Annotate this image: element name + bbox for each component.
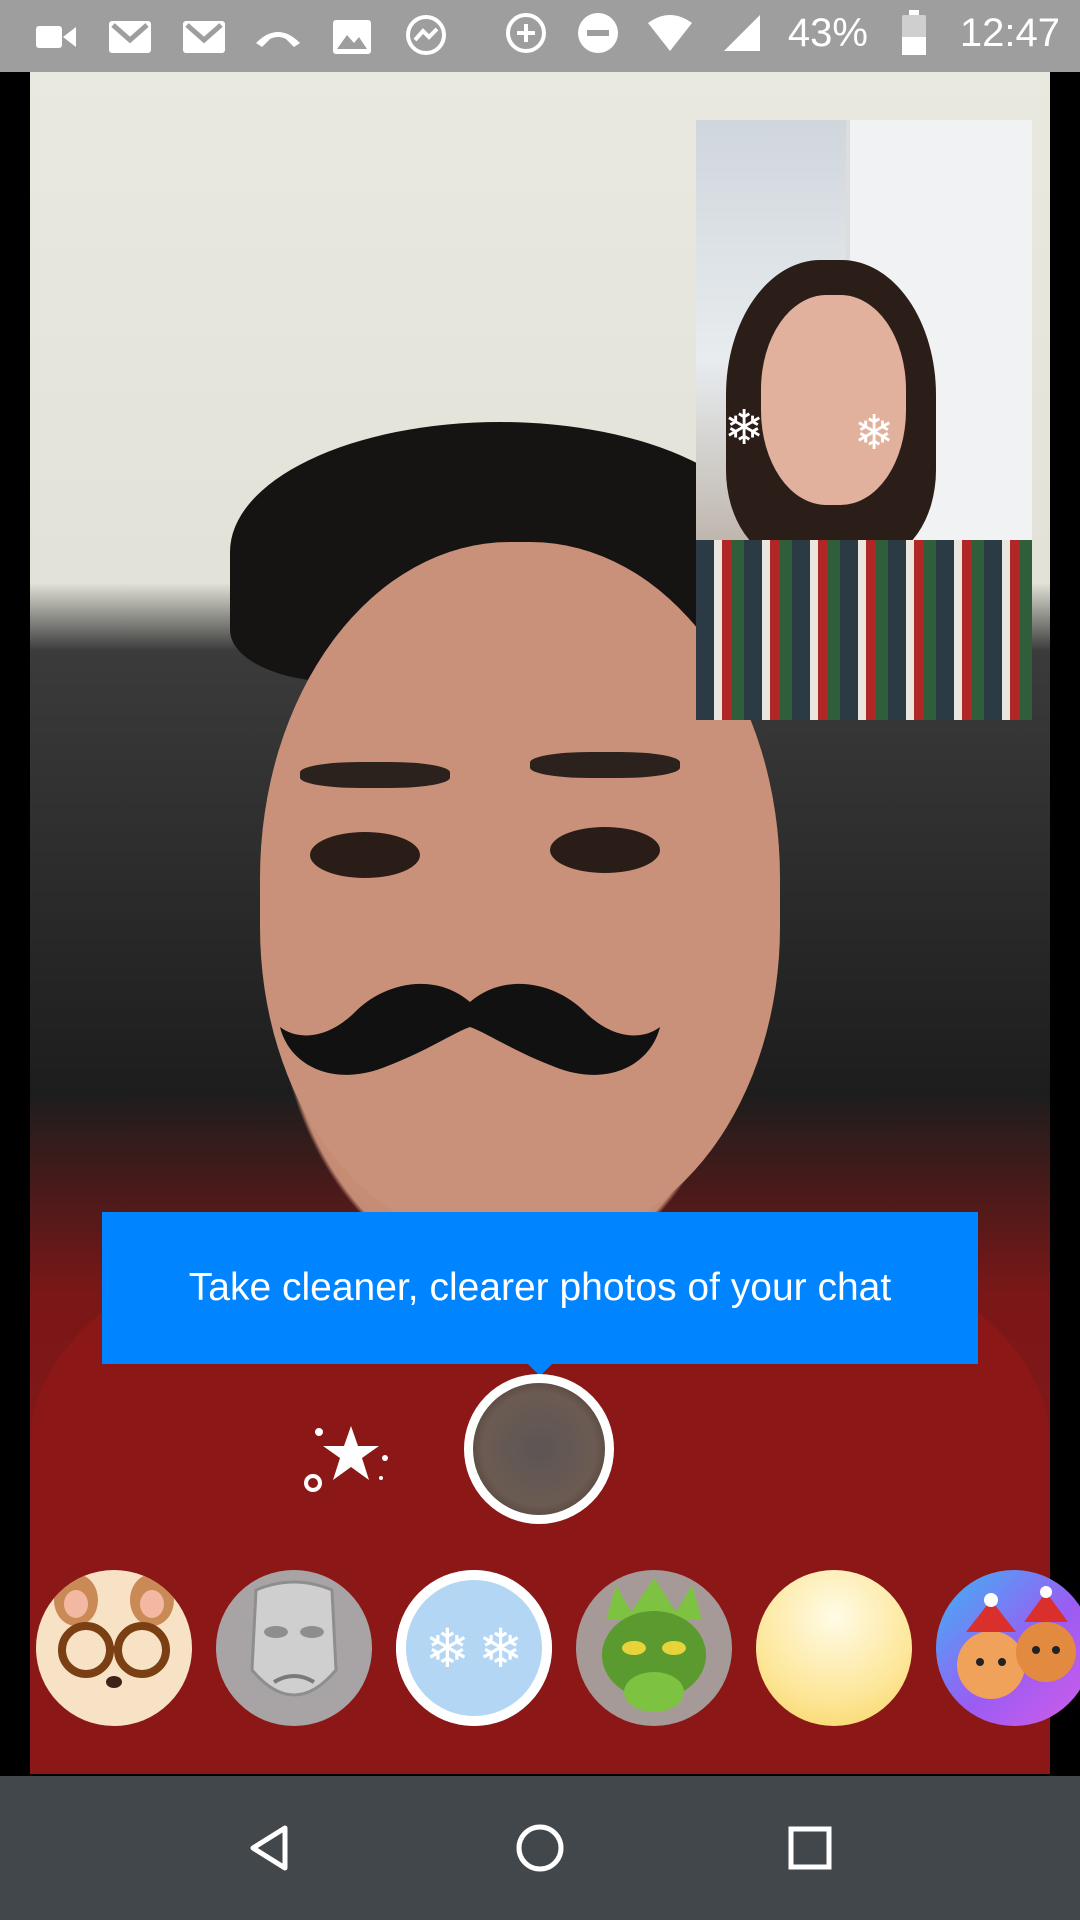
image-icon (326, 14, 378, 60)
right-brow (530, 752, 680, 778)
left-eye (310, 832, 420, 878)
cell-signal-icon (716, 10, 768, 56)
snowflake-icon: ❄ (478, 1618, 524, 1679)
back-button[interactable] (238, 1816, 302, 1880)
do-not-disturb-icon (572, 10, 624, 56)
capture-button[interactable] (464, 1374, 614, 1524)
snowflake-filter[interactable]: ❄ ❄ (396, 1570, 552, 1726)
messenger-icon (400, 14, 452, 60)
pip-face-shape (761, 295, 906, 505)
back-icon (250, 1825, 288, 1871)
navigation-bar (0, 1776, 1080, 1920)
effects-button[interactable] (296, 1408, 396, 1508)
bear-glasses-filter[interactable] (36, 1570, 192, 1726)
dragon-filter[interactable] (576, 1570, 732, 1726)
snowflake-icon: ❄ (724, 402, 765, 455)
filter-tray: ❄ ❄ (36, 1570, 1080, 1730)
battery-percent: 43% (787, 10, 868, 55)
glow-filter[interactable] (756, 1570, 912, 1726)
bear-glasses-icon (54, 1574, 174, 1688)
snowflake-icon: ❄ (854, 407, 895, 460)
dragon-icon (602, 1578, 706, 1712)
gmail-icon (104, 14, 156, 60)
data-saver-icon (500, 10, 552, 56)
mask-filter[interactable] (216, 1570, 372, 1726)
clock: 12:47 (959, 10, 1060, 55)
wifi-icon (644, 10, 696, 56)
holiday-pets-icon (957, 1586, 1076, 1699)
tooltip-text: Take cleaner, clearer photos of your cha… (188, 1266, 892, 1309)
holiday-pets-filter[interactable] (936, 1570, 1080, 1726)
sparkle-star-icon (304, 1426, 388, 1492)
notification-icons (30, 14, 452, 60)
home-button[interactable] (508, 1816, 572, 1880)
right-eye (550, 827, 660, 873)
left-brow (300, 762, 450, 788)
call-icon (252, 14, 304, 60)
system-icons: 43% 12:47 (500, 10, 1060, 56)
recents-icon (788, 1826, 832, 1870)
gmail-icon (178, 14, 230, 60)
status-bar: 43% 12:47 (0, 0, 1080, 72)
snowflake-icon: ❄ (424, 1618, 470, 1679)
pip-sweater-shape (696, 540, 1032, 720)
battery-icon (888, 10, 940, 56)
mask-icon (250, 1580, 338, 1697)
tooltip-banner[interactable]: Take cleaner, clearer photos of your cha… (102, 1212, 978, 1364)
recents-button[interactable] (778, 1816, 842, 1880)
pip-video-feed[interactable]: ❄ ❄ (696, 120, 1032, 720)
home-icon (516, 1824, 564, 1872)
video-icon (30, 14, 82, 60)
mustache-effect (280, 983, 660, 1075)
